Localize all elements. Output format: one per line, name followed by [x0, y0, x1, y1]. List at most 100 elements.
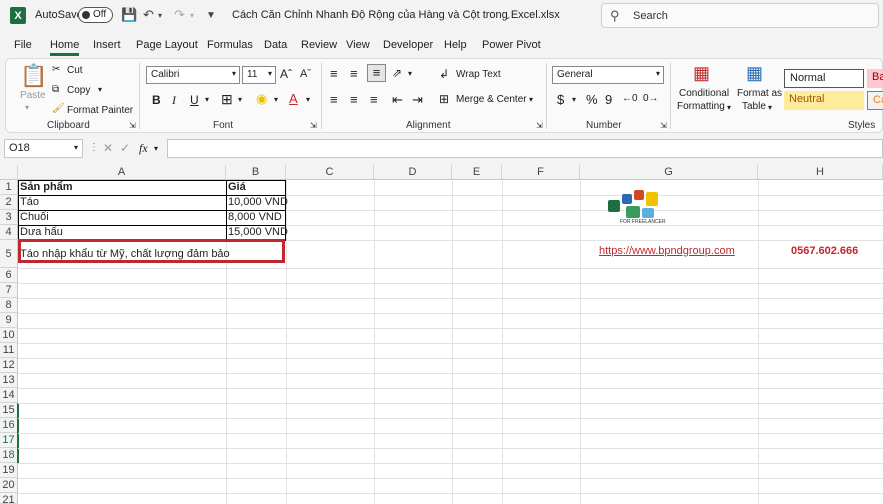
customize-toolbar-icon[interactable]: ▼ [206, 10, 216, 21]
merge-center-icon[interactable]: ⊞ [439, 92, 449, 106]
alignment-launcher-icon[interactable]: ⇲ [536, 121, 543, 130]
row-header-1[interactable]: 1 [0, 180, 18, 195]
style-neutral[interactable]: Neutral [784, 91, 864, 110]
bold-icon[interactable]: B [152, 93, 161, 107]
cell-a1[interactable]: Sản phẩm [18, 180, 73, 195]
table-label[interactable]: Table [742, 101, 766, 112]
merge-dropdown-icon[interactable]: ▾ [529, 95, 533, 104]
cell-a2[interactable]: Táo [18, 195, 39, 210]
format-as-table-icon[interactable]: ▦ [746, 63, 763, 84]
row-header-10[interactable]: 10 [0, 328, 18, 343]
orientation-dropdown-icon[interactable]: ▾ [408, 69, 412, 78]
tab-view[interactable]: View [346, 39, 370, 51]
paste-dropdown-icon[interactable]: ▾ [25, 103, 29, 112]
row-header-13[interactable]: 13 [0, 373, 18, 388]
cell-b3[interactable]: 8,000 VND [226, 210, 282, 225]
fill-color-dropdown-icon[interactable]: ▾ [274, 95, 278, 104]
tab-formulas[interactable]: Formulas [207, 39, 253, 51]
cut-button[interactable]: Cut [67, 65, 83, 76]
column-header-d[interactable]: D [374, 165, 452, 180]
row-header-19[interactable]: 19 [0, 463, 18, 478]
copy-dropdown-icon[interactable]: ▾ [98, 85, 102, 94]
tab-help[interactable]: Help [444, 39, 467, 51]
tab-home[interactable]: Home [50, 39, 79, 51]
style-bad[interactable]: Bad [867, 69, 883, 88]
row-header-4[interactable]: 4 [0, 225, 18, 240]
column-header-b[interactable]: B [226, 165, 286, 180]
column-header-e[interactable]: E [452, 165, 502, 180]
number-launcher-icon[interactable]: ⇲ [660, 121, 667, 130]
redo-icon[interactable]: ↷ [174, 7, 185, 23]
fx-dropdown-icon[interactable]: ▾ [154, 144, 158, 153]
align-center-icon[interactable]: ≡ [350, 92, 358, 107]
save-icon[interactable]: 💾 [121, 7, 137, 23]
increase-font-icon[interactable]: Aˆ [280, 67, 292, 81]
website-link[interactable]: https://www.bpndgroup.com [597, 244, 735, 259]
tab-file[interactable]: File [14, 39, 32, 51]
copy-button[interactable]: Copy [67, 85, 90, 96]
fill-color-icon[interactable]: ◉ [256, 91, 267, 107]
paste-icon[interactable]: 📋 [20, 63, 47, 89]
align-right-icon[interactable]: ≡ [370, 92, 378, 107]
tab-data[interactable]: Data [264, 39, 287, 51]
tab-developer[interactable]: Developer [383, 39, 433, 51]
align-top-icon[interactable]: ≡ [330, 66, 338, 81]
undo-icon[interactable]: ↶ [143, 7, 154, 23]
decrease-indent-icon[interactable]: ⇤ [392, 92, 403, 108]
font-color-icon[interactable]: A [289, 91, 298, 106]
font-launcher-icon[interactable]: ⇲ [310, 121, 317, 130]
cell-a3[interactable]: Chuối [18, 210, 49, 225]
formatting-label[interactable]: Formatting [677, 101, 725, 112]
conditional-label[interactable]: Conditional [679, 88, 729, 99]
row-header-14[interactable]: 14 [0, 388, 18, 403]
orientation-icon[interactable]: ⇗ [392, 66, 402, 80]
select-all-corner[interactable] [0, 165, 18, 180]
conditional-formatting-icon[interactable]: ▦ [693, 63, 710, 84]
increase-decimal-icon[interactable]: ←0 [622, 93, 638, 104]
font-name-select[interactable]: Calibri ▾ [146, 66, 240, 84]
cancel-icon[interactable]: ✕ [103, 141, 113, 155]
currency-icon[interactable]: $ [557, 92, 564, 107]
paste-label[interactable]: Paste [20, 90, 46, 101]
column-header-h[interactable]: H [758, 165, 883, 180]
wrap-text-button[interactable]: Wrap Text [456, 69, 501, 80]
office-tools-logo[interactable]: FOR FREELANCER [602, 186, 666, 228]
row-header-20[interactable]: 20 [0, 478, 18, 493]
row-header-3[interactable]: 3 [0, 210, 18, 225]
tab-review[interactable]: Review [301, 39, 337, 51]
search-box[interactable]: ⚲ Search [601, 3, 879, 28]
column-header-f[interactable]: F [502, 165, 580, 180]
align-left-icon[interactable]: ≡ [330, 92, 338, 107]
underline-dropdown-icon[interactable]: ▾ [205, 95, 209, 104]
column-header-a[interactable]: A [18, 165, 226, 180]
decrease-decimal-icon[interactable]: 0→ [643, 93, 659, 104]
undo-dropdown-icon[interactable]: ▾ [158, 11, 162, 20]
tab-insert[interactable]: Insert [93, 39, 121, 51]
wrap-text-icon[interactable]: ↲ [439, 67, 449, 81]
row-header-16[interactable]: 16 [0, 418, 18, 433]
cell-b1[interactable]: Giá [226, 180, 246, 195]
font-size-select[interactable]: 11 ▾ [242, 66, 276, 84]
borders-icon[interactable]: ⊞ [221, 91, 233, 108]
row-header-17[interactable]: 17 [0, 433, 18, 448]
table-dropdown-icon[interactable]: ▾ [768, 103, 772, 112]
name-box[interactable]: O18 ▾ [4, 139, 83, 158]
cell-b2[interactable]: 10,000 VND [226, 195, 288, 210]
font-color-dropdown-icon[interactable]: ▾ [306, 95, 310, 104]
column-header-c[interactable]: C [286, 165, 374, 180]
cut-icon[interactable]: ✂ [52, 64, 60, 75]
comma-icon[interactable]: 9 [605, 92, 612, 107]
row-header-8[interactable]: 8 [0, 298, 18, 313]
enter-icon[interactable]: ✓ [120, 141, 130, 155]
copy-icon[interactable]: ⧉ [52, 84, 59, 95]
number-format-select[interactable]: General ▾ [552, 66, 664, 84]
row-header-5[interactable]: 5 [0, 240, 18, 268]
row-header-6[interactable]: 6 [0, 268, 18, 283]
italic-icon[interactable]: I [172, 93, 176, 108]
align-bottom-icon[interactable]: ≡ [367, 64, 386, 82]
cell-a4[interactable]: Dưa hấu [18, 225, 63, 240]
format-painter-button[interactable]: Format Painter [67, 105, 133, 116]
increase-indent-icon[interactable]: ⇥ [412, 92, 423, 108]
currency-dropdown-icon[interactable]: ▾ [572, 95, 576, 104]
row-header-15[interactable]: 15 [0, 403, 18, 418]
